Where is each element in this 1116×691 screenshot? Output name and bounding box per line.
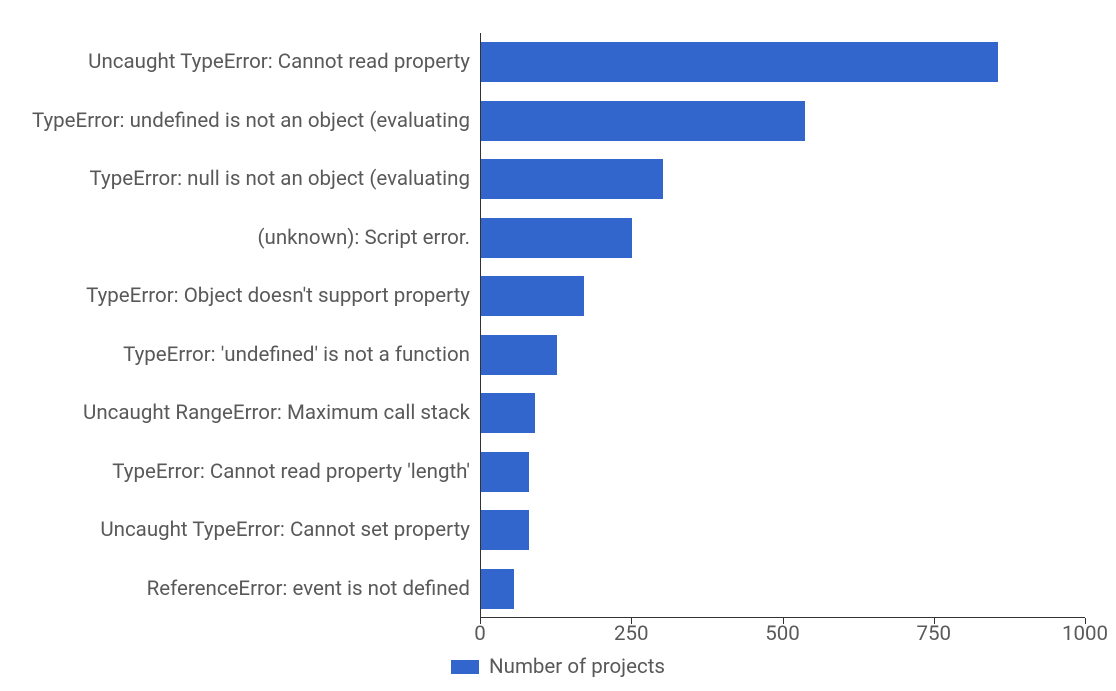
- x-tick-label: 0: [474, 622, 486, 646]
- bar: [481, 335, 557, 375]
- bar-row: [481, 209, 1085, 268]
- y-tick-label: TypeError: undefined is not an object (e…: [0, 92, 470, 151]
- bar: [481, 42, 998, 82]
- bar: [481, 510, 529, 550]
- bar: [481, 101, 805, 141]
- bar: [481, 218, 632, 258]
- bar-row: [481, 384, 1085, 443]
- bar-row: [481, 326, 1085, 385]
- bar-row: [481, 443, 1085, 502]
- y-tick-label: TypeError: null is not an object (evalua…: [0, 150, 470, 209]
- legend-swatch: [451, 660, 479, 674]
- bar-row: [481, 150, 1085, 209]
- legend-label: Number of projects: [489, 655, 665, 679]
- bar-row: [481, 560, 1085, 619]
- bar: [481, 452, 529, 492]
- bar-row: [481, 33, 1085, 92]
- chart-container: Uncaught TypeError: Cannot read property…: [0, 0, 1116, 691]
- x-axis-labels: 0 250 500 750 1000: [480, 622, 1085, 652]
- y-axis-labels: Uncaught TypeError: Cannot read property…: [0, 33, 470, 618]
- y-tick-label: Uncaught RangeError: Maximum call stack: [0, 384, 470, 443]
- x-tick-label: 250: [614, 622, 649, 646]
- bar: [481, 393, 535, 433]
- x-tick-label: 1000: [1062, 622, 1108, 646]
- x-tick-label: 750: [916, 622, 951, 646]
- bar: [481, 276, 584, 316]
- bar: [481, 569, 514, 609]
- y-tick-label: TypeError: Cannot read property 'length': [0, 443, 470, 502]
- x-tick-label: 500: [765, 622, 800, 646]
- bar-row: [481, 92, 1085, 151]
- legend: Number of projects: [0, 655, 1116, 679]
- bar-row: [481, 501, 1085, 560]
- bar: [481, 159, 663, 199]
- y-tick-label: TypeError: 'undefined' is not a function: [0, 326, 470, 385]
- plot-area: [480, 33, 1085, 618]
- y-tick-label: TypeError: Object doesn't support proper…: [0, 267, 470, 326]
- y-tick-label: ReferenceError: event is not defined: [0, 560, 470, 619]
- y-tick-label: Uncaught TypeError: Cannot set property: [0, 501, 470, 560]
- y-tick-label: Uncaught TypeError: Cannot read property: [0, 33, 470, 92]
- y-tick-label: (unknown): Script error.: [0, 209, 470, 268]
- bar-row: [481, 267, 1085, 326]
